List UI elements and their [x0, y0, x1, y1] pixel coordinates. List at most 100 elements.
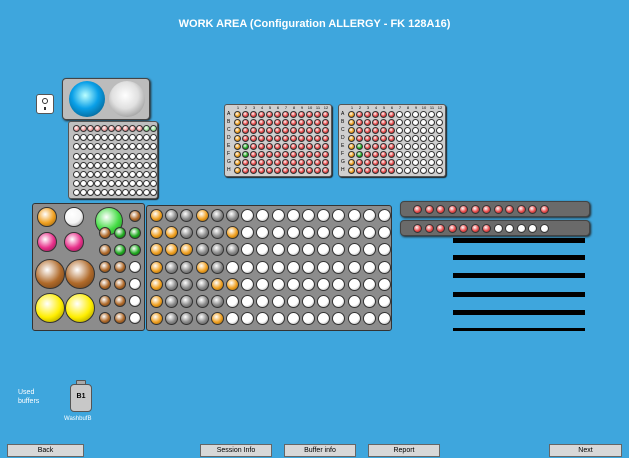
sample-tube[interactable] [302, 243, 315, 257]
well[interactable] [428, 111, 435, 118]
well[interactable] [322, 111, 329, 118]
well[interactable] [298, 151, 305, 158]
sample-tube[interactable] [378, 277, 391, 291]
sample-tube[interactable] [226, 209, 239, 222]
well[interactable] [282, 127, 289, 134]
well[interactable] [428, 143, 435, 150]
well[interactable] [364, 127, 371, 134]
well[interactable] [266, 151, 273, 158]
reagent-bottle[interactable] [35, 293, 65, 323]
tip[interactable] [136, 161, 143, 169]
well[interactable] [380, 143, 387, 150]
well[interactable] [234, 111, 241, 118]
tip[interactable] [136, 125, 143, 132]
well[interactable] [258, 151, 265, 158]
strip-well[interactable] [516, 205, 526, 214]
sample-tube[interactable] [347, 226, 361, 240]
well[interactable] [266, 135, 273, 142]
tip[interactable] [143, 171, 150, 178]
sample-tube[interactable] [302, 209, 315, 222]
sample-tube[interactable] [271, 295, 285, 308]
well[interactable] [364, 135, 371, 142]
tip[interactable] [101, 134, 108, 142]
sample-tube[interactable] [226, 295, 239, 308]
well[interactable] [356, 127, 363, 134]
well[interactable] [314, 167, 321, 174]
well[interactable] [274, 135, 281, 142]
strip-well[interactable] [539, 205, 549, 214]
well[interactable] [234, 151, 241, 158]
sample-tube[interactable] [150, 226, 163, 240]
well[interactable] [274, 119, 281, 126]
tip[interactable] [143, 180, 150, 188]
sample-tube[interactable] [195, 277, 209, 291]
sample-tube[interactable] [226, 243, 239, 257]
tip[interactable] [136, 180, 143, 188]
sample-tube[interactable] [210, 277, 224, 291]
well[interactable] [314, 135, 321, 142]
microplate-left[interactable]: 1 2 3 4 5 6 7 8 9 10 11 12 A B C D E F G H [224, 104, 332, 177]
tube[interactable] [129, 295, 141, 307]
sample-tube[interactable] [332, 226, 346, 240]
well[interactable] [388, 159, 395, 166]
tip[interactable] [122, 171, 129, 178]
well[interactable] [348, 159, 355, 166]
well[interactable] [290, 151, 297, 158]
well[interactable] [234, 167, 241, 174]
well[interactable] [306, 127, 313, 134]
tube[interactable] [114, 312, 126, 324]
well[interactable] [282, 135, 289, 142]
sample-tube[interactable] [362, 226, 376, 240]
well[interactable] [274, 111, 281, 118]
sample-tube[interactable] [271, 312, 285, 326]
sample-tube[interactable] [180, 312, 194, 326]
tip[interactable] [115, 189, 122, 197]
tip[interactable] [150, 180, 157, 188]
tip[interactable] [108, 180, 115, 188]
well[interactable] [234, 127, 241, 134]
sample-tube[interactable] [210, 260, 224, 274]
well[interactable] [250, 135, 257, 142]
tip[interactable] [80, 125, 87, 132]
tip[interactable] [143, 189, 150, 197]
tube[interactable] [129, 312, 141, 324]
tube[interactable] [114, 244, 126, 256]
sample-tube[interactable] [210, 312, 224, 326]
well[interactable] [298, 167, 305, 174]
well[interactable] [388, 111, 395, 118]
well[interactable] [356, 111, 363, 118]
tip[interactable] [136, 171, 143, 178]
strip-well[interactable] [493, 224, 503, 233]
well[interactable] [428, 127, 435, 134]
well[interactable] [266, 111, 273, 118]
tip[interactable] [80, 143, 87, 151]
sample-tube[interactable] [226, 226, 239, 240]
tube[interactable] [114, 261, 126, 273]
well[interactable] [396, 167, 403, 174]
sample-tube[interactable] [332, 260, 346, 274]
strip-well[interactable] [482, 205, 491, 214]
tip[interactable] [73, 189, 80, 197]
reagent-bottle[interactable] [65, 259, 95, 289]
well[interactable] [258, 143, 265, 150]
tip[interactable] [87, 161, 94, 169]
strip-well[interactable] [505, 205, 514, 214]
strip-well[interactable] [424, 205, 434, 214]
well[interactable] [420, 167, 427, 174]
sample-tube[interactable] [332, 312, 346, 326]
well[interactable] [306, 135, 313, 142]
sample-tube[interactable] [286, 243, 300, 257]
tip[interactable] [101, 152, 108, 160]
sample-tube[interactable] [165, 243, 179, 257]
well[interactable] [242, 167, 249, 174]
well[interactable] [322, 127, 329, 134]
well[interactable] [242, 143, 249, 150]
well[interactable] [388, 127, 395, 134]
tip[interactable] [108, 161, 115, 169]
sample-tube[interactable] [241, 295, 255, 308]
well[interactable] [274, 143, 281, 150]
well[interactable] [274, 159, 281, 166]
well[interactable] [420, 135, 427, 142]
sample-tube[interactable] [195, 295, 209, 308]
sample-tube[interactable] [271, 260, 285, 274]
